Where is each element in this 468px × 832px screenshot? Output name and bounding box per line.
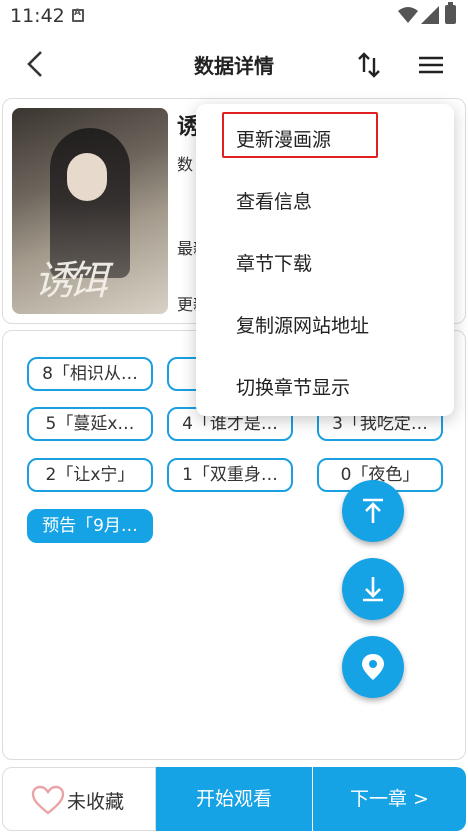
menu-item-toggle-chapter-display[interactable]: 切换章节显示 (196, 358, 454, 418)
favorite-label: 未收藏 (67, 791, 125, 813)
overflow-menu: 更新漫画源 查看信息 章节下载 复制源网站地址 切换章节显示 (196, 104, 454, 416)
sim-icon (72, 8, 84, 22)
cover-face (67, 153, 107, 201)
wifi-icon (398, 7, 418, 23)
scroll-top-button[interactable] (342, 480, 404, 542)
chapter-chip[interactable]: 5「蔓延x… (27, 407, 153, 441)
page-title: 数据详情 (194, 54, 274, 78)
sort-icon[interactable] (354, 50, 384, 80)
favorite-button[interactable]: 未收藏 (2, 767, 156, 831)
chapter-chip[interactable]: 2「让x宁」 (27, 458, 153, 492)
menu-item-update-source[interactable]: 更新漫画源 (196, 110, 454, 170)
top-bar: 数据详情 (0, 32, 468, 96)
start-reading-button[interactable]: 开始观看 (156, 767, 312, 831)
cover-calligraphy: 诱饵 (34, 258, 108, 304)
next-chapter-button[interactable]: 下一章 > (313, 767, 466, 831)
locate-button[interactable] (342, 636, 404, 698)
menu-item-view-info[interactable]: 查看信息 (196, 172, 454, 232)
info-source-line: 数 (177, 155, 194, 174)
menu-item-chapter-download[interactable]: 章节下载 (196, 234, 454, 294)
cover-image[interactable]: 诱饵 (12, 108, 168, 314)
scroll-top-icon (363, 498, 383, 523)
heart-icon (31, 785, 65, 815)
menu-item-copy-source-url[interactable]: 复制源网站地址 (196, 296, 454, 356)
battery-icon (445, 2, 456, 24)
status-time: 11:42 (10, 5, 65, 27)
chapter-chip[interactable]: 8「相识从… (27, 357, 153, 391)
scroll-bottom-button[interactable] (342, 558, 404, 620)
location-pin-icon (362, 654, 384, 680)
signal-icon (421, 6, 439, 24)
chapter-chip[interactable]: 1「双重身… (167, 458, 293, 492)
bottom-action-bar: 未收藏 开始观看 下一章 > (2, 767, 466, 831)
scroll-bottom-icon (363, 577, 383, 602)
menu-icon[interactable] (413, 50, 449, 80)
chapter-chip-active[interactable]: 预告「9月… (27, 509, 153, 543)
status-bar: 11:42 (0, 0, 468, 32)
